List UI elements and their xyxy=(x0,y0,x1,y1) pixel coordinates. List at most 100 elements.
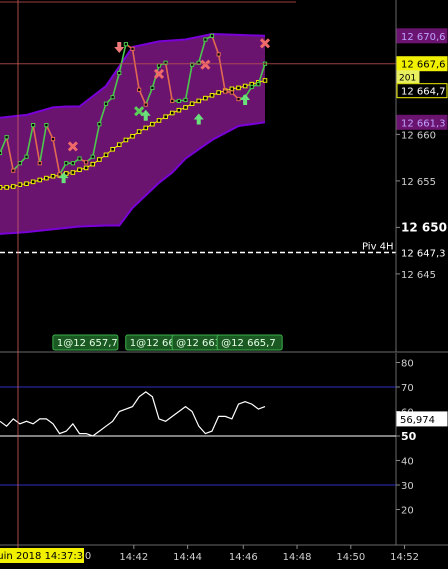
moving-average-point xyxy=(150,121,155,127)
price-point xyxy=(110,95,115,100)
price-point xyxy=(24,154,29,159)
oscillator-tick-label: 80 xyxy=(401,359,414,370)
price-point xyxy=(203,37,208,42)
price-point xyxy=(97,122,102,127)
moving-average-point xyxy=(216,90,221,95)
moving-average-point xyxy=(183,105,188,110)
price-point xyxy=(17,161,22,166)
price-point xyxy=(44,123,49,128)
price-label-text: 12 647,3 xyxy=(401,249,446,260)
price-point xyxy=(137,87,142,92)
price-tick-label: 12 660 xyxy=(401,130,436,141)
price-point xyxy=(11,168,16,173)
moving-average-point xyxy=(236,85,241,91)
price-label-ma: 12 664,7 xyxy=(396,83,448,99)
price-point xyxy=(117,70,122,76)
time-tick-label: 14:44 xyxy=(173,552,202,563)
moving-average-point xyxy=(110,146,115,152)
price-point xyxy=(31,123,36,128)
oscillator-tick-label: 50 xyxy=(401,430,417,443)
moving-average-point xyxy=(209,93,215,98)
price-point xyxy=(84,160,89,165)
trade-label: @12 665,7 xyxy=(216,334,283,351)
price-label-text: 12 664,7 xyxy=(401,87,446,98)
oscillator-tick-label: 70 xyxy=(401,383,414,394)
trade-label: 1@12 657,7 xyxy=(52,334,119,351)
moving-average-point xyxy=(10,184,16,189)
price-point xyxy=(223,89,228,94)
time-tick-label: 14:46 xyxy=(229,552,258,563)
moving-average-point xyxy=(77,167,82,173)
price-point xyxy=(216,52,221,57)
price-tick-label: 12 655 xyxy=(401,177,436,188)
moving-average-point xyxy=(242,83,248,89)
price-point xyxy=(209,33,215,38)
time-tick-label: 14:52 xyxy=(390,552,419,563)
moving-average-point xyxy=(83,165,89,171)
price-point xyxy=(123,42,128,47)
price-label-last: 12 667,6 xyxy=(396,56,448,72)
price-label-text: 12 667,6 xyxy=(401,60,446,71)
moving-average-point xyxy=(169,110,175,116)
price-label-band: 12 661,3 xyxy=(396,114,448,130)
price-point xyxy=(70,161,75,166)
price-point xyxy=(50,136,56,142)
moving-average-point xyxy=(30,179,36,185)
price-point xyxy=(57,172,62,177)
moving-average-point xyxy=(130,133,135,139)
price-label-band: 12 670,6 xyxy=(396,28,448,44)
price-tick-label: 12 645 xyxy=(401,270,436,281)
oscillator-tick-label: 20 xyxy=(401,506,414,517)
moving-average-point xyxy=(90,161,96,167)
time-tick-label: 14:48 xyxy=(283,552,312,563)
trading-chart[interactable]: Piv 4H 1@12 657,7 1@12 668,0@12 663,2@12 … xyxy=(0,0,448,569)
cursor-time-label: juin 2018 14:37:35 xyxy=(0,551,89,562)
time-tick-label: 14:50 xyxy=(336,552,365,563)
moving-average-point xyxy=(17,182,23,187)
price-label-plain: 12 647,3 xyxy=(396,245,448,261)
pivot-label: Piv 4H xyxy=(362,242,394,253)
moving-average-point xyxy=(0,185,3,190)
volume-badge-text: 201 xyxy=(399,74,416,84)
moving-average-point xyxy=(4,185,9,190)
price-point xyxy=(0,150,3,156)
price-point xyxy=(37,161,42,166)
moving-average-point xyxy=(50,173,56,179)
price-point xyxy=(183,97,188,103)
moving-average-point xyxy=(229,86,235,92)
oscillator-current-value: 56,974 xyxy=(396,411,448,427)
price-label-text: 12 670,6 xyxy=(401,32,446,43)
trade-labels: 1@12 657,7 1@12 668,0@12 663,2@12 665,7 xyxy=(52,334,283,351)
price-point xyxy=(103,101,109,106)
price-point xyxy=(256,82,261,87)
price-point xyxy=(77,156,82,161)
time-tick-label: 14:42 xyxy=(119,552,148,563)
trade-label-text: 1@12 657,7 xyxy=(57,338,118,349)
price-tick-label: 12 650 xyxy=(401,220,447,234)
moving-average-point xyxy=(262,78,268,83)
price-point xyxy=(4,135,9,140)
trade-label-text: @12 665,7 xyxy=(221,338,276,349)
oscillator-tick-label: 40 xyxy=(401,457,414,468)
price-point xyxy=(156,63,162,68)
price-point xyxy=(170,98,175,104)
moving-average-point xyxy=(44,175,49,181)
price-point xyxy=(130,46,135,51)
moving-average-point xyxy=(156,118,162,123)
price-point xyxy=(90,154,95,159)
oscillator-current-text: 56,974 xyxy=(400,415,435,426)
volume-badge: 201 xyxy=(396,70,420,84)
price-point xyxy=(229,90,234,95)
price-point xyxy=(143,102,148,107)
moving-average-point xyxy=(143,125,149,131)
moving-average-point xyxy=(136,129,142,134)
moving-average-point xyxy=(116,142,122,147)
price-label-text: 12 661,3 xyxy=(401,118,446,129)
price-point xyxy=(150,85,155,91)
price-point xyxy=(249,84,254,90)
moving-average-point xyxy=(123,137,129,143)
price-point xyxy=(176,98,181,104)
moving-average-point xyxy=(203,95,208,101)
moving-average-point xyxy=(196,98,202,104)
moving-average-point xyxy=(97,157,102,162)
